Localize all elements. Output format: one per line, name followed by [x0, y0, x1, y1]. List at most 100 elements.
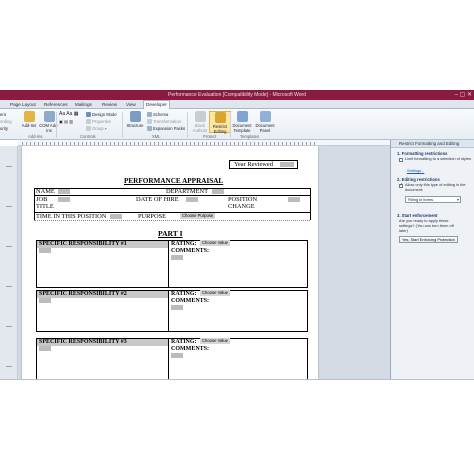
group-label-controls: Controls	[80, 134, 96, 139]
control-icons-row2[interactable]: ▣ ▤ ▥	[59, 119, 73, 125]
ruler-mark	[6, 286, 12, 287]
editing-type-value: Filling in forms	[408, 197, 434, 202]
form-title: PERFORMANCE APPRAISAL	[124, 177, 224, 185]
transformation-button[interactable]: Transformation	[147, 119, 181, 125]
responsibility-3-label: SPECIFIC RESPONSIBILITY #3	[39, 339, 127, 345]
document-canvas[interactable]: Year Reviewed PERFORMANCE APPRAISAL NAME…	[18, 146, 390, 380]
year-reviewed-field[interactable]	[280, 162, 294, 167]
tab-developer[interactable]: Developer	[143, 100, 170, 109]
add-ins-button[interactable]: Add-Ins	[18, 111, 40, 133]
job-title-label-1: JOB	[36, 196, 48, 203]
bottom-border	[0, 379, 474, 380]
ribbon-cut-item-1[interactable]: ero	[0, 112, 6, 118]
allow-editing-text: Allow only this type of editing in the d…	[405, 182, 466, 192]
comments-2-field[interactable]	[171, 305, 183, 310]
ruler-ticks	[22, 142, 318, 145]
responsibility-2-label: SPECIFIC RESPONSIBILITY #2	[39, 291, 127, 297]
responsibility-2-field[interactable]	[39, 298, 51, 303]
ruler-mark	[6, 166, 12, 167]
properties-button[interactable]: Properties	[86, 119, 111, 125]
comments-1-field[interactable]	[171, 255, 183, 260]
rating-3-dropdown[interactable]: Choose Value	[200, 338, 230, 344]
start-enforcement-text: Are you ready to apply these settings? (…	[399, 218, 454, 233]
comments-2-label: COMMENTS:	[171, 298, 209, 304]
position-change-field[interactable]	[288, 197, 300, 202]
name-field[interactable]	[58, 189, 70, 194]
design-mode-icon	[86, 112, 91, 118]
structure-button[interactable]: Structure	[124, 111, 146, 133]
ribbon-tabs: Page Layout References Mailings Review V…	[0, 100, 474, 109]
ribbon-cut-item-2[interactable]: ording	[0, 119, 12, 125]
puzzle-icon	[23, 111, 35, 122]
job-title-field[interactable]	[58, 197, 70, 202]
tab-mailings[interactable]: Mailings	[73, 101, 94, 109]
responsibility-1-label: SPECIFIC RESPONSIBILITY #1	[39, 241, 127, 247]
document-page[interactable]: Year Reviewed PERFORMANCE APPRAISAL NAME…	[22, 146, 318, 380]
ruler-mark	[6, 206, 12, 207]
restrict-editing-pane: Restrict Formatting and Editing 1. Forma…	[390, 140, 474, 380]
design-mode-button[interactable]: Design Mode	[86, 112, 117, 118]
expansion-packs-button[interactable]: Expansion Packs	[147, 126, 185, 132]
table-line	[168, 338, 169, 380]
department-label: DEPARTMENT	[166, 188, 208, 195]
ribbon-separator	[187, 112, 188, 138]
window-controls[interactable]: – ▢ ✕	[455, 90, 472, 100]
date-of-hire-label: DATE OF HIRE	[136, 196, 179, 203]
ribbon-separator	[122, 112, 123, 138]
document-template-icon	[236, 111, 248, 122]
document-panel-icon	[259, 111, 271, 122]
position-change-label-2: CHANGE	[228, 203, 255, 210]
allow-editing-checkbox[interactable]	[399, 182, 403, 188]
rating-3-label: RATING:	[171, 339, 197, 345]
vertical-ruler[interactable]	[0, 146, 18, 380]
group-button[interactable]: Group ▾	[86, 126, 107, 132]
limit-formatting-text: Limit formatting to a selection of style…	[405, 156, 471, 161]
purpose-label: PURPOSE	[138, 213, 167, 220]
lock-icon	[214, 112, 226, 123]
rating-2-dropdown[interactable]: Choose Value	[200, 290, 230, 296]
responsibility-1-field[interactable]	[39, 248, 51, 253]
title-bar: Performance Evaluation [Compatibility Mo…	[0, 90, 474, 100]
department-field[interactable]	[212, 189, 224, 194]
name-label: NAME	[36, 188, 55, 195]
group-label-xml: XML	[152, 134, 161, 139]
expansion-packs-icon	[147, 126, 152, 132]
block-authors-button[interactable]: Block Authors	[189, 111, 211, 133]
tab-page-layout[interactable]: Page Layout	[8, 101, 38, 109]
schema-button[interactable]: Schema	[147, 112, 168, 118]
tab-review[interactable]: Review	[100, 101, 119, 109]
choose-purpose-dropdown[interactable]: Choose Purpose	[180, 213, 216, 219]
block-authors-icon	[194, 111, 206, 122]
com-addin-icon	[43, 111, 55, 122]
responsibility-3-field[interactable]	[39, 346, 51, 351]
tab-view[interactable]: View	[124, 101, 138, 109]
text-control-icons[interactable]: Aa Aa ▦	[59, 111, 78, 117]
tab-references[interactable]: References	[42, 101, 70, 109]
start-enforcing-label: Yes, Start Enforcing Protection	[402, 237, 455, 242]
rating-1-label: RATING:	[171, 241, 197, 247]
time-in-position-field[interactable]	[110, 214, 122, 219]
time-in-position-label: TIME IN THIS POSITION	[36, 213, 107, 220]
limit-formatting-checkbox[interactable]	[399, 158, 403, 162]
ruler-mark	[6, 326, 12, 327]
table-line	[168, 240, 169, 288]
editing-type-select[interactable]: Filling in forms ▾	[405, 196, 461, 203]
table-dotted-line	[34, 220, 310, 221]
document-panel-button[interactable]: Document Panel	[254, 111, 276, 133]
settings-link[interactable]: Settings...	[407, 168, 424, 173]
ribbon-cut-item-3[interactable]: urity	[0, 126, 8, 132]
ribbon-separator	[56, 112, 57, 138]
table-line	[34, 188, 35, 220]
ruler-mark	[6, 246, 12, 247]
date-of-hire-field[interactable]	[186, 197, 198, 202]
document-template-button[interactable]: Document Template	[231, 111, 253, 133]
start-enforcing-button[interactable]: Yes, Start Enforcing Protection	[399, 236, 458, 243]
group-label-add-ins: Add-Ins	[28, 134, 43, 139]
window-title: Performance Evaluation [Compatibility Mo…	[167, 92, 306, 98]
rating-1-dropdown[interactable]: Choose Value	[200, 240, 230, 246]
restrict-editing-button[interactable]: Restrict Editing	[209, 111, 231, 134]
pane-header: Restrict Formatting and Editing	[391, 140, 474, 148]
group-icon	[86, 126, 91, 132]
properties-icon	[86, 119, 91, 125]
comments-3-field[interactable]	[171, 353, 183, 358]
